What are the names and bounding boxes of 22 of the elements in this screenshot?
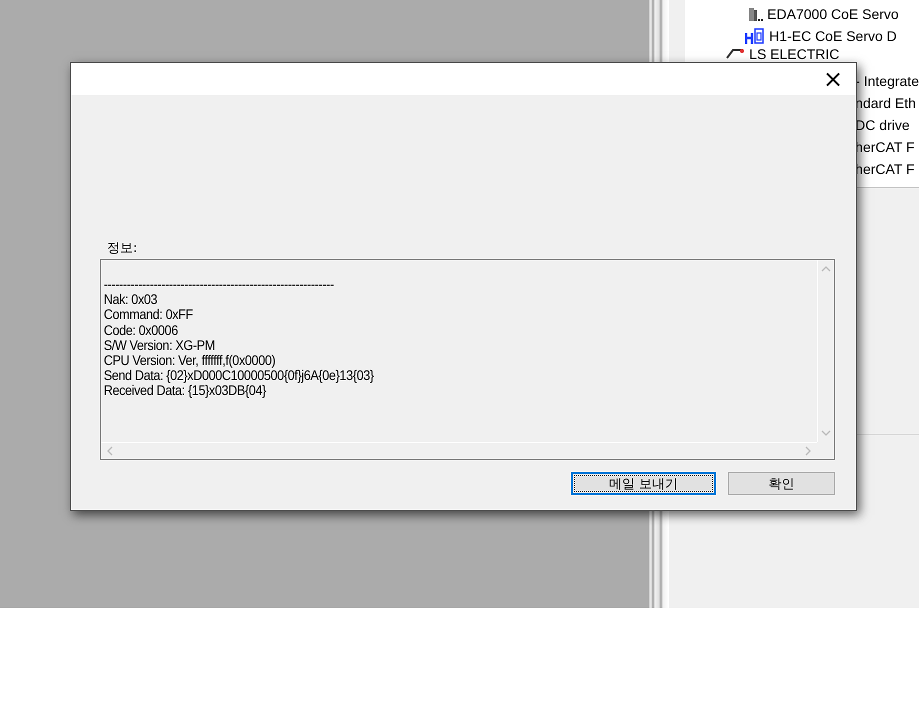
send-mail-button[interactable]: 메일 보내기 (571, 472, 716, 495)
close-button[interactable]: × (810, 63, 856, 95)
log-line: CPU Version: Ver, fffffff,f(0x0000) (104, 352, 276, 368)
info-label: 정보: (107, 240, 138, 258)
log-line: Code: 0x0006 (104, 322, 178, 338)
log-text-area[interactable] (100, 259, 835, 460)
log-line: Send Data: {02}xD000C10000500{0f}j6A{0e}13{03} (104, 367, 374, 384)
servo-drive-icon (745, 27, 766, 45)
scroll-up-icon[interactable] (821, 266, 831, 272)
scroll-right-icon[interactable] (805, 446, 811, 456)
scroll-left-icon[interactable] (107, 446, 113, 456)
scroll-down-icon[interactable] (821, 430, 831, 436)
tree-item[interactable]: EDA7000 CoE Servo (767, 7, 899, 21)
log-line: Received Data: {15}x03DB{04} (104, 382, 266, 398)
ok-button[interactable]: 확인 (728, 472, 835, 495)
tree-item[interactable]: LS ELECTRIC (749, 47, 840, 61)
log-line: S/W Version: XG-PM (104, 336, 215, 353)
log-line: Command: 0xFF (104, 306, 193, 322)
log-line: ------------------------------------------------------------ (104, 276, 334, 292)
vendor-logo-icon (725, 48, 746, 60)
log-line: Nak: 0x03 (104, 291, 158, 308)
tree-item[interactable]: H1-EC CoE Servo D (769, 29, 897, 43)
